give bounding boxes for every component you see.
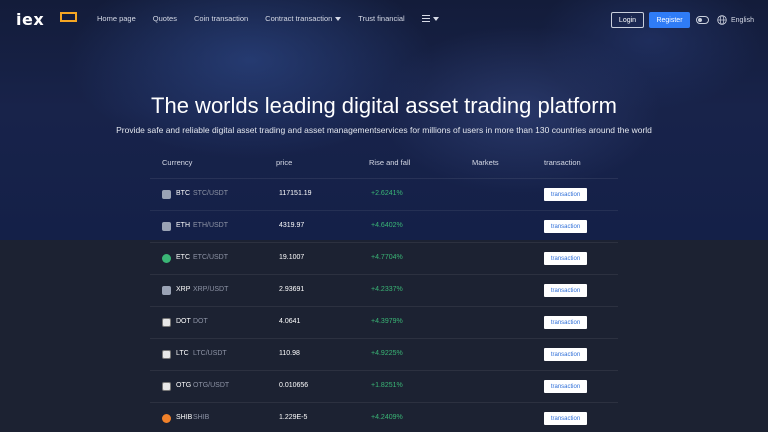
- market-table-header: Currency price Rise and fall Markets tra…: [150, 153, 618, 179]
- otg-icon: [162, 382, 171, 391]
- coin-pair: SHIB: [193, 414, 210, 421]
- nav-item-home[interactable]: Home page: [97, 14, 136, 23]
- nav-item-label: Coin transaction: [193, 14, 249, 23]
- globe-icon: [717, 15, 727, 25]
- coin-change: +4.3979%: [371, 318, 403, 325]
- coin-price: 110.98: [279, 350, 300, 357]
- coin-pair: XRP/USDT: [193, 286, 229, 293]
- coin-symbol: ETC: [176, 254, 190, 261]
- transaction-button[interactable]: transaction: [544, 252, 587, 265]
- transaction-button[interactable]: transaction: [544, 220, 587, 233]
- table-row[interactable]: XRP XRP/USDT 2.93691 +4.2337% transactio…: [150, 275, 618, 307]
- coin-change: +2.6241%: [371, 190, 403, 197]
- nav-item-quotes[interactable]: Quotes: [153, 14, 177, 23]
- coin-pair: OTG/USDT: [193, 382, 230, 389]
- logo-text: iex: [16, 10, 45, 29]
- ltc-icon: [162, 350, 171, 359]
- column-header-transaction: transaction: [544, 158, 581, 167]
- language-selector[interactable]: English: [717, 15, 754, 25]
- coin-symbol: BTC: [176, 190, 190, 197]
- coin-symbol: XRP: [176, 286, 191, 293]
- coin-change: +4.2409%: [371, 414, 403, 421]
- coin-symbol: SHIB: [176, 414, 193, 421]
- coin-change: +4.9225%: [371, 350, 403, 357]
- coin-pair: DOT: [193, 318, 208, 325]
- coin-price: 117151.19: [279, 190, 312, 197]
- coin-pair: STC/USDT: [193, 190, 228, 197]
- coin-symbol: DOT: [176, 318, 191, 325]
- coin-pair: ETC/USDT: [193, 254, 228, 261]
- register-button[interactable]: Register: [649, 12, 690, 28]
- main-nav: Home page Quotes Coin transaction Contra…: [97, 14, 456, 23]
- column-header-currency: Currency: [162, 158, 193, 167]
- coin-pair: LTC/USDT: [193, 350, 227, 357]
- coin-change: +4.7704%: [371, 254, 403, 261]
- logo-box-icon: [60, 12, 77, 22]
- hero-title: The worlds leading digital asset trading…: [151, 93, 617, 118]
- coin-change: +4.6402%: [371, 222, 403, 229]
- brand-logo[interactable]: iex: [16, 11, 80, 29]
- nav-item-label: Contract transaction: [265, 14, 333, 23]
- coin-price: 1.229E-5: [279, 414, 308, 421]
- coin-change: +1.8251%: [371, 382, 403, 389]
- table-row[interactable]: SHIB SHIB 1.229E-5 +4.2409% transaction: [150, 403, 618, 432]
- list-icon: [421, 15, 430, 23]
- top-navbar: iex Home page Quotes Coin transaction Co…: [0, 0, 768, 40]
- coin-price: 4.0641: [279, 318, 301, 325]
- coin-price: 2.93691: [279, 286, 305, 293]
- table-row[interactable]: ETH ETH/USDT 4319.97 +4.6402% transactio…: [150, 211, 618, 243]
- table-row[interactable]: DOT DOT 4.0641 +4.3979% transaction: [150, 307, 618, 339]
- coin-price: 19.1007: [279, 254, 305, 261]
- login-button[interactable]: Login: [611, 12, 644, 28]
- coin-symbol: OTG: [176, 382, 192, 389]
- dot-icon: [162, 318, 171, 327]
- coin-pair: ETH/USDT: [193, 222, 228, 229]
- etc-icon: [162, 254, 171, 263]
- chevron-down-icon: [335, 16, 342, 21]
- table-row[interactable]: LTC LTC/USDT 110.98 +4.9225% transaction: [150, 339, 618, 371]
- transaction-button[interactable]: transaction: [544, 348, 587, 361]
- transaction-button[interactable]: transaction: [544, 316, 587, 329]
- column-header-price: price: [276, 158, 293, 167]
- nav-item-more[interactable]: [421, 14, 439, 23]
- hero-subtitle: Provide safe and reliable digital asset …: [116, 125, 652, 135]
- nav-item-label: Home page: [97, 14, 136, 23]
- language-label: English: [731, 16, 754, 24]
- coin-price: 0.010656: [279, 382, 309, 389]
- nav-item-label: Trust financial: [358, 14, 405, 23]
- coin-symbol: LTC: [176, 350, 189, 357]
- nav-item-trust-financial[interactable]: Trust financial: [358, 14, 404, 23]
- transaction-button[interactable]: transaction: [544, 284, 587, 297]
- btc-icon: [162, 190, 171, 199]
- transaction-button[interactable]: transaction: [544, 188, 587, 201]
- column-header-rise-fall: Rise and fall: [369, 158, 411, 167]
- column-header-markets: Markets: [472, 158, 499, 167]
- table-row[interactable]: BTC STC/USDT 117151.19 +2.6241% transact…: [150, 179, 618, 211]
- nav-item-contract-transaction[interactable]: Contract transaction: [265, 14, 342, 23]
- chevron-down-icon: [432, 16, 439, 21]
- coin-price: 4319.97: [279, 222, 305, 229]
- nav-item-coin-transaction[interactable]: Coin transaction: [194, 14, 248, 23]
- coin-change: +4.2337%: [371, 286, 403, 293]
- coin-symbol: ETH: [176, 222, 190, 229]
- transaction-button[interactable]: transaction: [544, 380, 587, 393]
- theme-toggle[interactable]: [696, 16, 709, 24]
- table-row[interactable]: OTG OTG/USDT 0.010656 +1.8251% transacti…: [150, 371, 618, 403]
- eth-icon: [162, 222, 171, 231]
- table-row[interactable]: ETC ETC/USDT 19.1007 +4.7704% transactio…: [150, 243, 618, 275]
- shib-icon: [162, 414, 171, 423]
- nav-item-label: Quotes: [152, 14, 177, 23]
- transaction-button[interactable]: transaction: [544, 412, 587, 425]
- xrp-icon: [162, 286, 171, 295]
